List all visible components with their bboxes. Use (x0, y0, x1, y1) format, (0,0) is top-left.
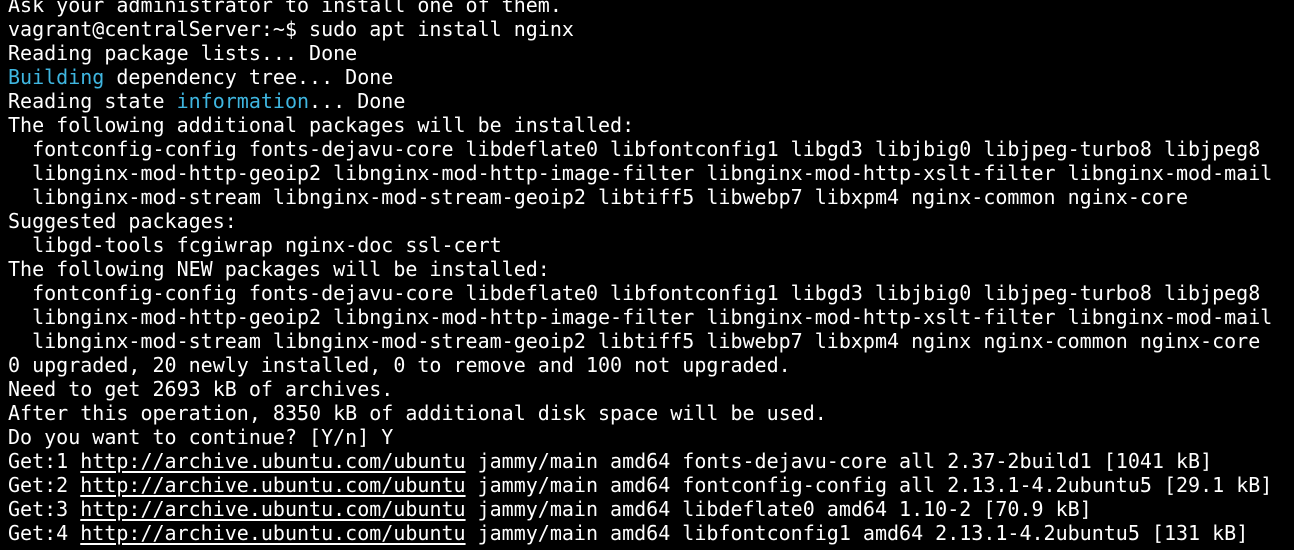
terminal-line: Building dependency tree... Done (8, 65, 1294, 89)
terminal-text: libnginx-mod-http-geoip2 libnginx-mod-ht… (8, 305, 1273, 329)
terminal-text: vagrant@centralServer:~$ sudo apt instal… (8, 17, 574, 41)
terminal-text: The following NEW packages will be insta… (8, 257, 550, 281)
terminal-line: libnginx-mod-http-geoip2 libnginx-mod-ht… (8, 161, 1294, 185)
terminal-line: fontconfig-config fonts-dejavu-core libd… (8, 137, 1294, 161)
terminal-line: Get:2 http://archive.ubuntu.com/ubuntu j… (8, 473, 1294, 497)
terminal-line: Get:4 http://archive.ubuntu.com/ubuntu j… (8, 521, 1294, 545)
terminal-line: fontconfig-config fonts-dejavu-core libd… (8, 281, 1294, 305)
archive-link[interactable]: http://archive.ubuntu.com/ubuntu (80, 497, 465, 521)
terminal-line: libgd-tools fcgiwrap nginx-doc ssl-cert (8, 233, 1294, 257)
terminal-text: jammy/main amd64 libfontconfig1 amd64 2.… (465, 521, 1249, 545)
highlighted-text: information (176, 89, 310, 113)
archive-link[interactable]: http://archive.ubuntu.com/ubuntu (80, 473, 465, 497)
terminal-text: jammy/main amd64 fontconfig-config all 2… (465, 473, 1273, 497)
terminal-text: Need to get 2693 kB of archives. (8, 377, 394, 401)
highlighted-text: Building (8, 65, 105, 89)
terminal-text: Get:4 (8, 521, 81, 545)
terminal-text: libnginx-mod-http-geoip2 libnginx-mod-ht… (8, 161, 1273, 185)
terminal-line: The following NEW packages will be insta… (8, 257, 1294, 281)
terminal-line: vagrant@centralServer:~$ sudo apt instal… (8, 17, 1294, 41)
terminal-line: The following additional packages will b… (8, 113, 1294, 137)
terminal-text: After this operation, 8350 kB of additio… (8, 401, 827, 425)
terminal-text: Ask your administrator to install one of… (8, 0, 562, 17)
terminal-text: Get:1 (8, 449, 81, 473)
terminal-text: Do you want to continue? [Y/n] Y (8, 425, 394, 449)
terminal-line: After this operation, 8350 kB of additio… (8, 401, 1294, 425)
terminal-text: libgd-tools fcgiwrap nginx-doc ssl-cert (8, 233, 502, 257)
terminal-line: libnginx-mod-stream libnginx-mod-stream-… (8, 185, 1294, 209)
archive-link[interactable]: http://archive.ubuntu.com/ubuntu (80, 521, 465, 545)
terminal-line: Reading state information... Done (8, 89, 1294, 113)
terminal-line: libnginx-mod-stream libnginx-mod-stream-… (8, 329, 1294, 353)
terminal-text: fontconfig-config fonts-dejavu-core libd… (8, 137, 1261, 161)
terminal-text: Get:2 (8, 473, 81, 497)
terminal-text: Get:3 (8, 497, 81, 521)
terminal-text: 0 upgraded, 20 newly installed, 0 to rem… (8, 353, 791, 377)
terminal-text: ... Done (309, 89, 406, 113)
terminal-text: The following additional packages will b… (8, 113, 635, 137)
terminal-text: jammy/main amd64 libdeflate0 amd64 1.10-… (465, 497, 1092, 521)
terminal-line: Suggested packages: (8, 209, 1294, 233)
terminal-text: libnginx-mod-stream libnginx-mod-stream-… (8, 329, 1261, 353)
terminal-line: Do you want to continue? [Y/n] Y (8, 425, 1294, 449)
terminal-text: dependency tree... Done (104, 65, 394, 89)
terminal-window[interactable]: Ask your administrator to install one of… (0, 0, 1294, 550)
terminal-text: Reading state (8, 89, 177, 113)
terminal-text: jammy/main amd64 fonts-dejavu-core all 2… (465, 449, 1213, 473)
terminal-line: Get:3 http://archive.ubuntu.com/ubuntu j… (8, 497, 1294, 521)
terminal-text: fontconfig-config fonts-dejavu-core libd… (8, 281, 1261, 305)
terminal-text: Reading package lists... Done (8, 41, 358, 65)
terminal-line: Reading package lists... Done (8, 41, 1294, 65)
archive-link[interactable]: http://archive.ubuntu.com/ubuntu (80, 449, 465, 473)
terminal-line: Ask your administrator to install one of… (8, 0, 1294, 17)
terminal-text: Suggested packages: (8, 209, 237, 233)
terminal-line: Get:1 http://archive.ubuntu.com/ubuntu j… (8, 449, 1294, 473)
terminal-line: 0 upgraded, 20 newly installed, 0 to rem… (8, 353, 1294, 377)
terminal-line: Need to get 2693 kB of archives. (8, 377, 1294, 401)
terminal-text: libnginx-mod-stream libnginx-mod-stream-… (8, 185, 1189, 209)
terminal-line: libnginx-mod-http-geoip2 libnginx-mod-ht… (8, 305, 1294, 329)
